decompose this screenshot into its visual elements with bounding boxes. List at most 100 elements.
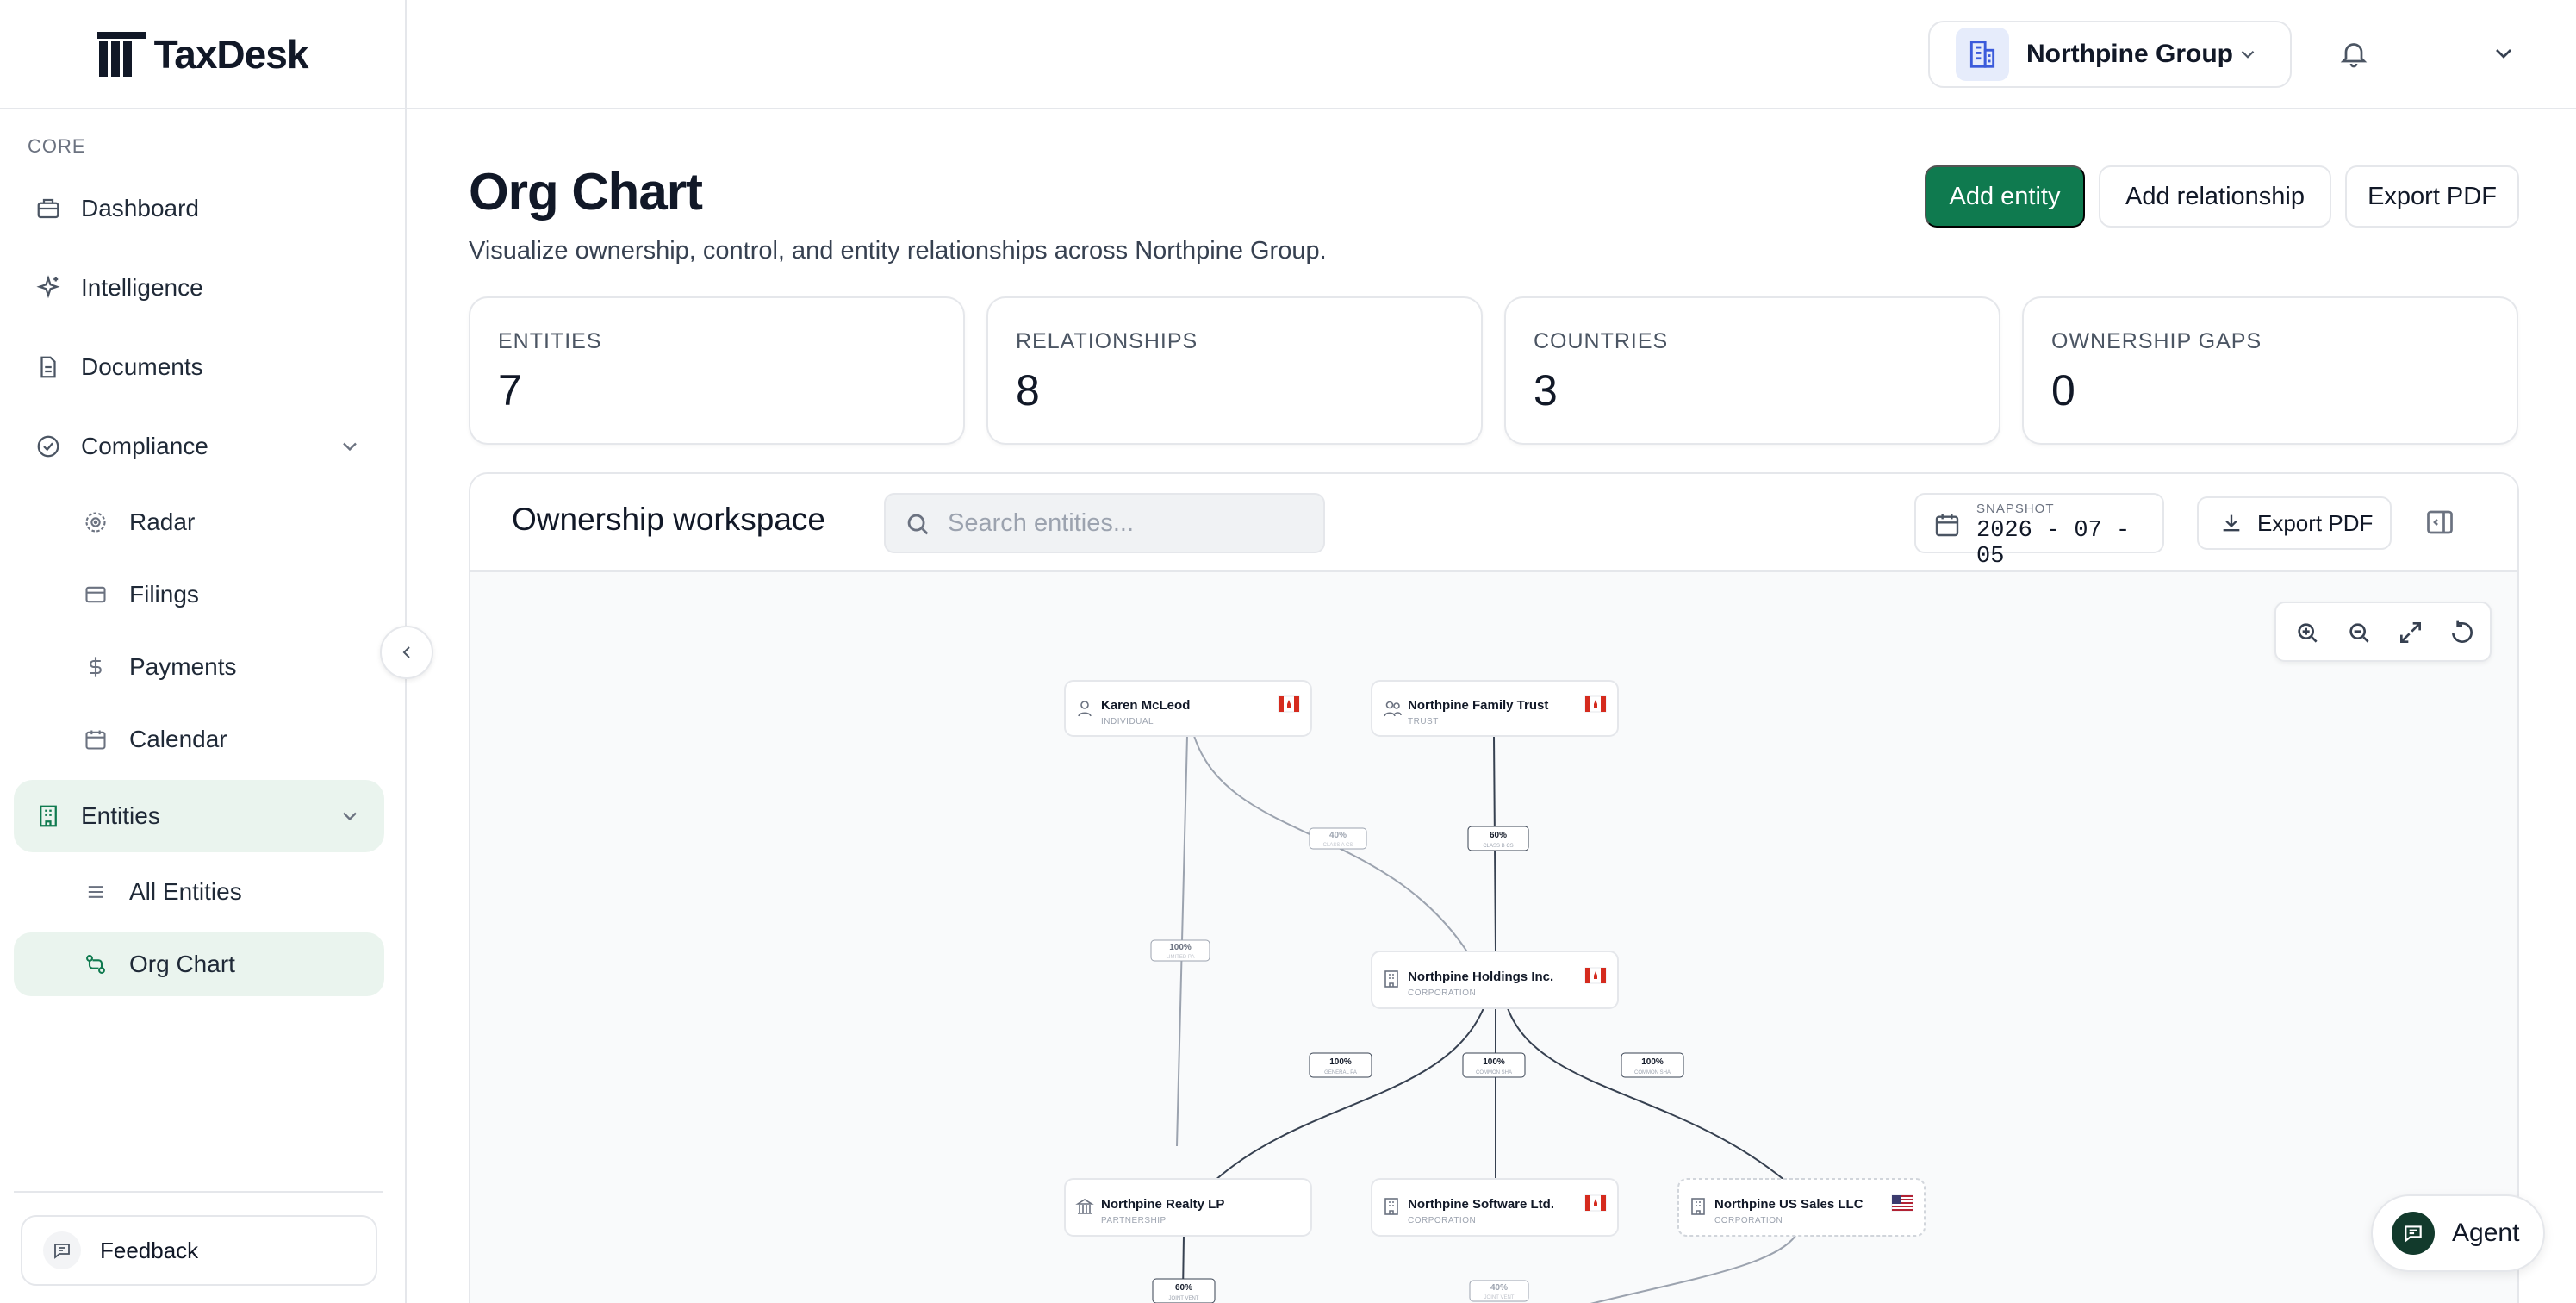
add-relationship-button[interactable]: Add relationship (2099, 165, 2331, 228)
org-chart-canvas[interactable]: 40% CLASS A CS 60% CLASS B CS 100% LIMIT… (470, 574, 2519, 1303)
edge-label[interactable]: 60% JOINT VENT (1152, 1278, 1216, 1303)
stat-label: COUNTRIES (1534, 329, 1669, 353)
sidebar: TaxDesk CORE Dashboard Intelligence Docu… (0, 0, 407, 1303)
dollar-icon (83, 654, 109, 680)
export-pdf-button[interactable]: Export PDF (2345, 165, 2519, 228)
edge-label[interactable]: 40% CLASS A CS (1309, 827, 1367, 850)
node-name: Northpine Holdings Inc. (1408, 969, 1553, 984)
sidebar-item-label: Dashboard (81, 195, 199, 221)
org-switcher[interactable]: Northpine Group (1928, 21, 2292, 88)
sidebar-item-dashboard[interactable]: Dashboard (14, 172, 384, 245)
entity-node-northpine-us-sales[interactable]: Northpine US Sales LLC CORPORATION (1677, 1178, 1926, 1237)
user-menu-chevron-icon[interactable] (2490, 40, 2517, 67)
sidebar-item-intelligence[interactable]: Intelligence (14, 252, 384, 324)
feedback-button[interactable]: Feedback (21, 1215, 377, 1286)
edge-pct: 100% (1329, 1057, 1352, 1067)
stat-label: RELATIONSHIPS (1016, 329, 1198, 353)
snapshot-value[interactable]: 2026 - 07 - 05 (1976, 518, 2162, 570)
agent-button[interactable]: Agent (2371, 1194, 2545, 1272)
edge-kind: JOINT VENT (1484, 1295, 1515, 1300)
edge-label[interactable]: 100% LIMITED PA (1150, 939, 1210, 962)
edge-label[interactable]: 100% COMMON SHA (1621, 1052, 1684, 1078)
stat-value: 3 (1534, 366, 1558, 415)
chevron-left-icon (402, 646, 410, 658)
workspace-export-pdf-button[interactable]: Export PDF (2197, 496, 2392, 550)
sidebar-item-org-chart[interactable]: Org Chart (14, 932, 384, 996)
edge-label[interactable]: 100% GENERAL PA (1309, 1052, 1372, 1078)
page-subtitle: Visualize ownership, control, and entity… (469, 237, 1327, 265)
entity-node-karen-mcleod[interactable]: Karen McLeod INDIVIDUAL (1064, 680, 1312, 737)
sparkles-icon (34, 274, 62, 302)
entity-node-northpine-family-trust[interactable]: Northpine Family Trust TRUST (1371, 680, 1619, 737)
radar-icon (83, 509, 109, 535)
search-box[interactable] (884, 493, 1325, 553)
sidebar-item-label: Calendar (129, 726, 227, 752)
node-type: PARTNERSHIP (1101, 1216, 1167, 1225)
edge-kind: CLASS B CS (1483, 844, 1513, 849)
stat-value: 0 (2051, 366, 2075, 415)
entity-node-northpine-holdings[interactable]: Northpine Holdings Inc. CORPORATION (1371, 951, 1619, 1009)
page-title: Org Chart (469, 163, 703, 221)
nav-section-core: CORE (28, 135, 86, 157)
sidebar-item-documents[interactable]: Documents (14, 331, 384, 403)
snapshot-date-picker[interactable]: SNAPSHOT 2026 - 07 - 05 (1914, 493, 2164, 570)
node-name: Northpine Realty LP (1101, 1197, 1224, 1212)
entity-node-northpine-realty[interactable]: Northpine Realty LP PARTNERSHIP (1064, 1178, 1312, 1237)
node-type: INDIVIDUAL (1101, 717, 1154, 726)
edge-pct: 40% (1329, 831, 1347, 840)
feedback-label: Feedback (100, 1237, 199, 1263)
sidebar-item-label: Payments (129, 653, 237, 680)
stat-card-countries: COUNTRIES 3 (1504, 296, 2000, 445)
chevron-down-icon (2241, 50, 2255, 59)
search-icon (907, 514, 929, 535)
node-type: TRUST (1408, 717, 1439, 726)
edge-label[interactable]: 40% JOINT VENT (1469, 1280, 1529, 1302)
chevron-down-icon[interactable] (338, 804, 362, 828)
edge-label[interactable]: 100% COMMON SHA (1462, 1052, 1526, 1078)
edge-kind: GENERAL PA (1324, 1070, 1357, 1075)
workspace-title: Ownership workspace (512, 502, 825, 537)
card-icon (83, 582, 109, 608)
sidebar-item-filings[interactable]: Filings (14, 563, 384, 627)
stat-value: 7 (498, 366, 522, 415)
bell-icon[interactable] (2338, 38, 2369, 69)
briefcase-icon (34, 195, 62, 222)
search-input[interactable] (948, 495, 1310, 552)
edge-kind: COMMON SHA (1634, 1070, 1671, 1075)
add-entity-button[interactable]: Add entity (1925, 165, 2085, 228)
sidebar-item-all-entities[interactable]: All Entities (14, 860, 384, 924)
canada-flag-icon (1584, 967, 1607, 984)
sidebar-item-entities[interactable]: Entities (14, 780, 384, 852)
agent-label: Agent (2452, 1219, 2520, 1247)
sidebar-item-calendar[interactable]: Calendar (14, 708, 384, 771)
stat-value: 8 (1016, 366, 1040, 415)
sidebar-item-radar[interactable]: Radar (14, 490, 384, 554)
building-icon (34, 802, 62, 830)
brand[interactable]: TaxDesk (0, 0, 405, 109)
chevron-down-icon[interactable] (338, 434, 362, 458)
topbar: Northpine Group (407, 0, 2576, 109)
chat-icon (2392, 1212, 2435, 1255)
ownership-workspace: Ownership workspace SNAPSHOT 2026 - 07 -… (469, 472, 2519, 1303)
org-chart-icon (83, 951, 109, 977)
sidebar-item-compliance[interactable]: Compliance (14, 410, 384, 483)
edge-kind: COMMON SHA (1476, 1070, 1512, 1075)
download-icon (2223, 514, 2240, 532)
node-name: Northpine Software Ltd. (1408, 1197, 1554, 1212)
collapse-sidebar-button[interactable] (380, 626, 433, 679)
entity-node-northpine-software[interactable]: Northpine Software Ltd. CORPORATION (1371, 1178, 1619, 1237)
node-type: CORPORATION (1408, 1216, 1476, 1225)
panel-toggle-icon[interactable] (2424, 507, 2455, 538)
edge-pct: 100% (1169, 943, 1192, 952)
node-name: Karen McLeod (1101, 698, 1190, 713)
snapshot-label: SNAPSHOT (1976, 502, 2055, 516)
node-type: CORPORATION (1408, 988, 1476, 998)
taxdesk-logo-icon (96, 31, 146, 77)
calendar-icon (1935, 514, 1959, 537)
edge-label[interactable]: 60% CLASS B CS (1467, 826, 1529, 851)
sidebar-item-label: Radar (129, 508, 196, 535)
sidebar-item-payments[interactable]: Payments (14, 635, 384, 699)
sidebar-item-label: Intelligence (81, 274, 203, 301)
edge-pct: 100% (1641, 1057, 1664, 1067)
stat-label: OWNERSHIP GAPS (2051, 329, 2262, 353)
